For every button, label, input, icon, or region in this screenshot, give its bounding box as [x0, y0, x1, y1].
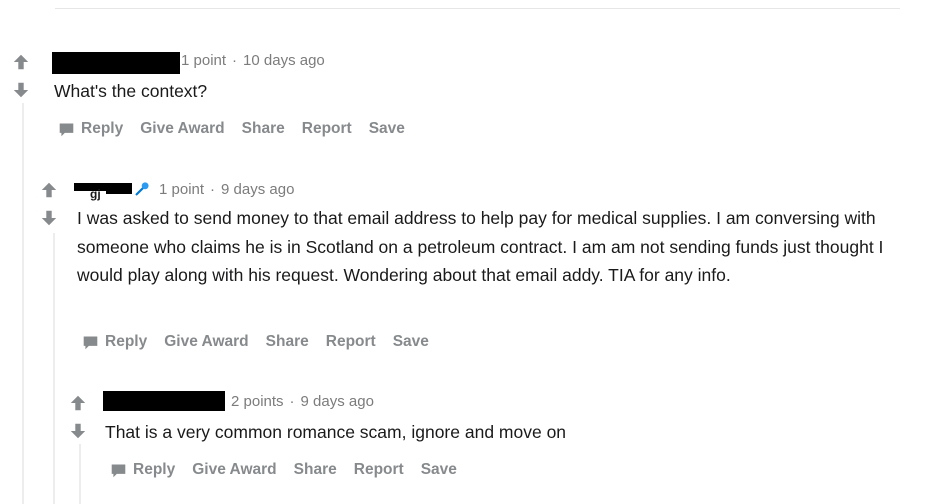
- arrow-down-icon: [41, 210, 57, 226]
- downvote-button[interactable]: [69, 422, 87, 440]
- thread-line-2[interactable]: [53, 233, 55, 504]
- give-award-button[interactable]: Give Award: [164, 333, 248, 351]
- meta-separator: ·: [210, 181, 216, 198]
- comment-body: That is a very common romance scam, igno…: [105, 422, 567, 442]
- report-button[interactable]: Report: [302, 120, 352, 138]
- comment-actions: Reply Give Award Share Report Save: [82, 333, 446, 351]
- speech-bubble-icon: [111, 464, 126, 477]
- downvote-button[interactable]: [12, 81, 30, 99]
- meta-separator: ·: [289, 393, 295, 410]
- comment-meta: 1 point · 10 days ago: [181, 52, 325, 69]
- thread-line-1[interactable]: [22, 103, 24, 504]
- comment-actions: Reply Give Award Share Report Save: [110, 461, 474, 479]
- arrow-down-icon: [13, 82, 29, 98]
- speech-bubble-icon: [83, 336, 98, 349]
- comment-meta: 2 points · 9 days ago: [231, 393, 374, 410]
- redacted-username-bar: [106, 188, 132, 194]
- give-award-button[interactable]: Give Award: [140, 120, 224, 138]
- score: 2 points: [231, 393, 284, 410]
- redacted-username: [52, 52, 180, 74]
- upvote-button[interactable]: [40, 181, 58, 199]
- score: 1 point: [181, 52, 227, 69]
- reply-button[interactable]: Reply: [110, 461, 175, 479]
- share-button[interactable]: Share: [266, 333, 309, 351]
- save-button[interactable]: Save: [421, 461, 457, 479]
- save-button[interactable]: Save: [369, 120, 405, 138]
- arrow-down-icon: [70, 423, 86, 439]
- comment-actions: Reply Give Award Share Report Save: [58, 120, 422, 138]
- comment-body: I was asked to send money to that email …: [77, 208, 884, 285]
- meta-separator: ·: [232, 52, 238, 69]
- timestamp[interactable]: 10 days ago: [243, 52, 325, 69]
- thread-line-3[interactable]: [79, 444, 81, 504]
- reply-button[interactable]: Reply: [58, 120, 123, 138]
- upvote-button[interactable]: [12, 53, 30, 71]
- arrow-up-icon: [70, 395, 86, 411]
- comment-meta: 1 point · 9 days ago: [159, 181, 294, 198]
- arrow-up-icon: [41, 182, 57, 198]
- report-button[interactable]: Report: [326, 333, 376, 351]
- upvote-button[interactable]: [69, 394, 87, 412]
- microphone-icon: [133, 180, 151, 203]
- give-award-button[interactable]: Give Award: [192, 461, 276, 479]
- report-button[interactable]: Report: [354, 461, 404, 479]
- redacted-username: [103, 391, 225, 411]
- reply-label: Reply: [133, 461, 176, 478]
- speech-bubble-icon: [59, 123, 74, 136]
- timestamp[interactable]: 9 days ago: [301, 393, 374, 410]
- score: 1 point: [159, 181, 205, 198]
- timestamp[interactable]: 9 days ago: [221, 181, 294, 198]
- share-button[interactable]: Share: [294, 461, 337, 479]
- reply-label: Reply: [105, 333, 148, 350]
- reply-button[interactable]: Reply: [82, 333, 147, 351]
- comment-body: What's the context?: [54, 81, 208, 101]
- reply-label: Reply: [81, 120, 124, 137]
- share-button[interactable]: Share: [242, 120, 285, 138]
- username-fragment: gj: [90, 187, 101, 201]
- top-divider: [55, 8, 900, 9]
- save-button[interactable]: Save: [393, 333, 429, 351]
- downvote-button[interactable]: [40, 209, 58, 227]
- arrow-up-icon: [13, 54, 29, 70]
